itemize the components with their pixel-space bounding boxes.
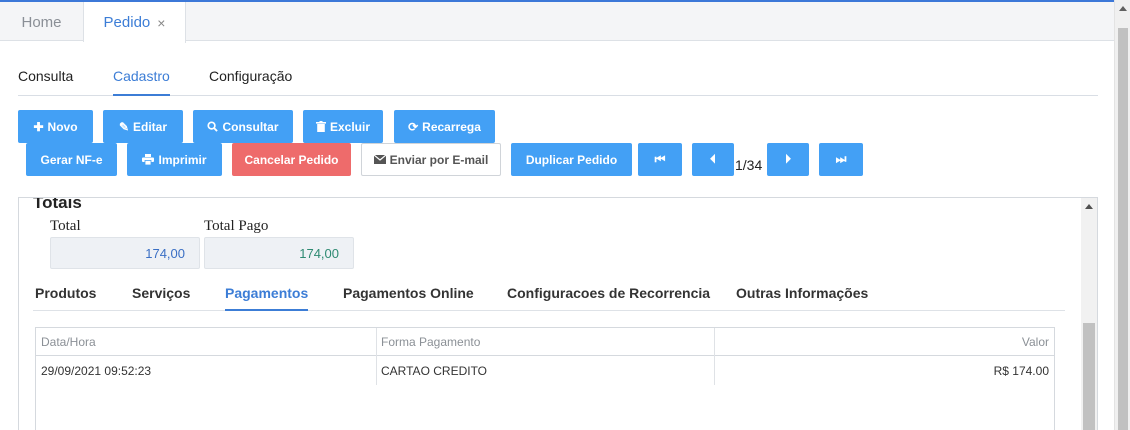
- edit-icon: ✎: [118, 119, 130, 134]
- fast-backward-icon: ⏮: [654, 152, 666, 166]
- total-pago-label: Total Pago: [204, 218, 269, 234]
- total-field[interactable]: 174,00: [50, 237, 200, 269]
- close-icon[interactable]: ×: [157, 15, 165, 31]
- totais-panel: Totais Total 174,00 Total Pago 174,00 Pr…: [18, 197, 1098, 430]
- tab-pedido-label: Pedido: [103, 14, 151, 31]
- next-page-button[interactable]: ⏵: [767, 143, 809, 176]
- gerar-nfe-button[interactable]: Gerar NF-e: [26, 143, 117, 176]
- last-page-button[interactable]: ⏭: [819, 143, 863, 176]
- step-backward-icon: ⏴: [709, 152, 716, 166]
- inner-tab-bar: Produtos Serviços Pagamentos Pagamentos …: [33, 276, 1065, 311]
- tab-home[interactable]: Home: [0, 2, 84, 42]
- table-row[interactable]: 29/09/2021 09:52:23 CARTAO CREDITO R$ 17…: [36, 357, 1054, 385]
- header-data-hora[interactable]: Data/Hora: [36, 328, 376, 356]
- editar-button[interactable]: ✎ Editar: [103, 110, 183, 143]
- cell-data-hora: 29/09/2021 09:52:23: [41, 364, 152, 378]
- column-divider: [376, 328, 377, 385]
- consultar-button[interactable]: Consultar: [193, 110, 293, 143]
- pagamentos-grid: Data/Hora Forma Pagamento Valor 29/09/20…: [35, 327, 1055, 430]
- tab-cadastro[interactable]: Cadastro: [113, 68, 170, 96]
- tab-home-label: Home: [21, 13, 62, 31]
- print-icon: [142, 154, 155, 165]
- duplicar-pedido-label: Duplicar Pedido: [525, 152, 618, 167]
- enviar-email-button[interactable]: Enviar por E-mail: [361, 143, 501, 176]
- panel-scrollbar[interactable]: [1081, 198, 1097, 430]
- tab-produtos[interactable]: Produtos: [35, 285, 96, 311]
- column-divider: [714, 328, 715, 385]
- scroll-up-icon[interactable]: [1085, 204, 1093, 209]
- cell-valor: R$ 174.00: [993, 364, 1049, 378]
- tab-configuracao[interactable]: Configuração: [209, 68, 292, 96]
- tab-pagamentos-online[interactable]: Pagamentos Online: [343, 285, 474, 311]
- page-scrollbar[interactable]: [1114, 0, 1130, 430]
- excluir-label: Excluir: [329, 119, 371, 134]
- editar-label: Editar: [133, 119, 168, 134]
- imprimir-button[interactable]: Imprimir: [127, 143, 222, 176]
- fast-forward-icon: ⏭: [835, 152, 847, 166]
- refresh-icon: ⟳: [408, 119, 419, 134]
- cell-forma-pagamento: CARTAO CREDITO: [381, 364, 488, 378]
- tab-pedido[interactable]: Pedido ×: [84, 2, 186, 43]
- first-page-button[interactable]: ⏮: [638, 143, 682, 176]
- novo-label: Novo: [47, 119, 78, 134]
- grid-header: Data/Hora Forma Pagamento Valor: [36, 328, 1054, 356]
- totais-title: Totais: [33, 197, 82, 212]
- duplicar-pedido-button[interactable]: Duplicar Pedido: [511, 143, 632, 176]
- total-label: Total: [50, 218, 81, 234]
- tab-configuracoes-recorrencia[interactable]: Configuracoes de Recorrencia: [507, 285, 710, 311]
- cancelar-pedido-label: Cancelar Pedido: [244, 152, 339, 167]
- tab-pagamentos[interactable]: Pagamentos: [225, 285, 309, 311]
- top-tab-bar: Home Pedido ×: [0, 0, 1114, 43]
- tab-consulta[interactable]: Consulta: [18, 68, 73, 96]
- scrollbar-thumb[interactable]: [1083, 323, 1095, 430]
- gerar-nfe-label: Gerar NF-e: [40, 152, 103, 167]
- step-forward-icon: ⏵: [784, 152, 791, 166]
- consultar-label: Consultar: [222, 119, 279, 134]
- scrollbar-thumb[interactable]: [1118, 28, 1128, 430]
- total-value: 174,00: [145, 245, 185, 261]
- sub-tab-bar: Consulta Cadastro Configuração: [18, 58, 1098, 96]
- trash-icon: [315, 121, 326, 132]
- header-valor[interactable]: Valor: [714, 328, 1054, 356]
- total-pago-value: 174,00: [299, 245, 339, 261]
- imprimir-label: Imprimir: [158, 152, 207, 167]
- cancelar-pedido-button[interactable]: Cancelar Pedido: [232, 143, 351, 176]
- envelope-icon: [373, 155, 386, 164]
- recarrega-label: Recarrega: [422, 119, 481, 134]
- tab-servicos[interactable]: Serviços: [132, 285, 190, 311]
- plus-icon: ✚: [33, 119, 44, 134]
- total-pago-field[interactable]: 174,00: [204, 237, 354, 269]
- pager-indicator: 1/34: [735, 157, 763, 173]
- tab-outras-informacoes[interactable]: Outras Informações: [736, 285, 868, 311]
- excluir-button[interactable]: Excluir: [303, 110, 383, 143]
- header-forma-pagamento[interactable]: Forma Pagamento: [376, 328, 714, 356]
- prev-page-button[interactable]: ⏴: [692, 143, 734, 176]
- enviar-email-label: Enviar por E-mail: [389, 152, 489, 167]
- recarrega-button[interactable]: ⟳ Recarrega: [394, 110, 495, 143]
- scroll-up-icon[interactable]: [1119, 6, 1127, 11]
- search-icon: [207, 121, 219, 132]
- novo-button[interactable]: ✚ Novo: [18, 110, 93, 143]
